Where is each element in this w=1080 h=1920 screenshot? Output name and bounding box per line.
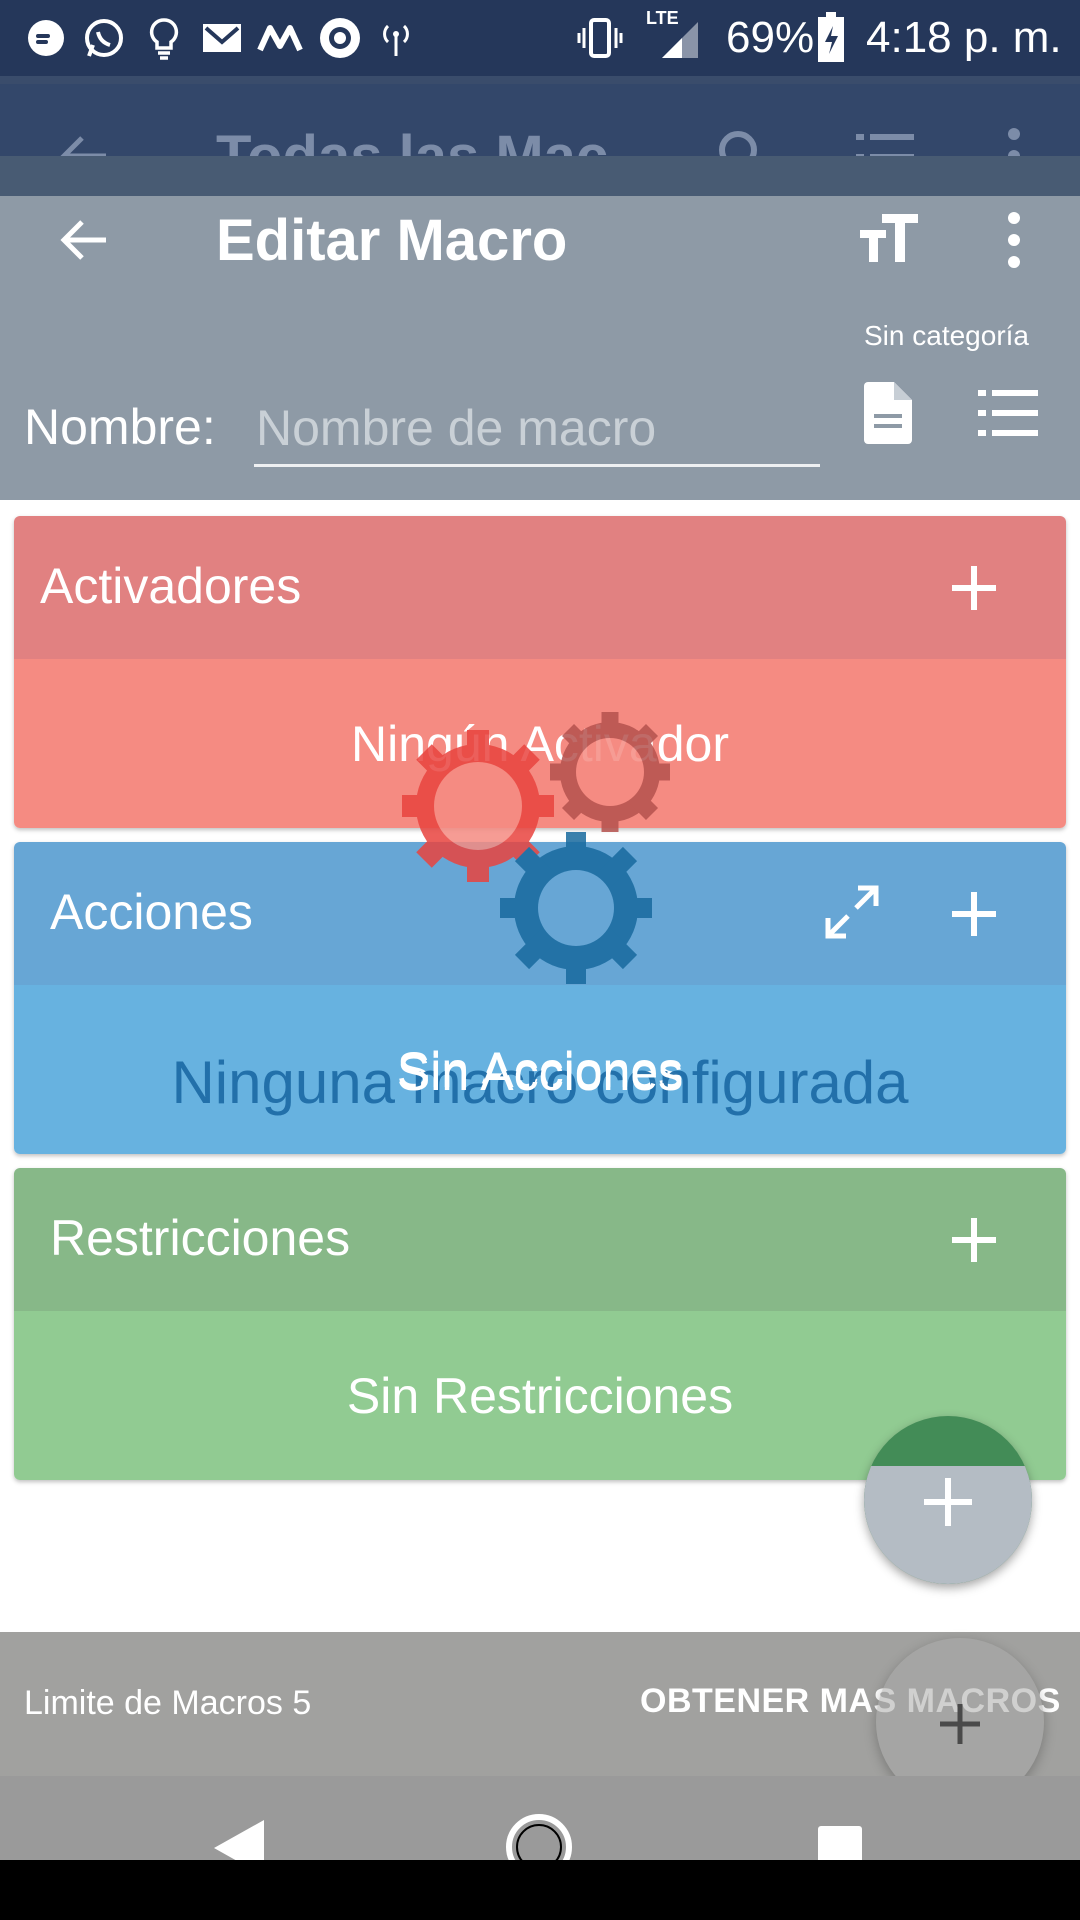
add-macro-fab-icon[interactable] xyxy=(916,1470,980,1534)
clock: 4:18 p. m. xyxy=(866,13,1062,62)
battery-charging-icon xyxy=(818,12,844,62)
vibrate-icon xyxy=(577,18,623,58)
actions-empty-text-overlay: Sin Acciones xyxy=(396,1045,684,1101)
ghost-fab-plus-icon xyxy=(940,1704,980,1744)
overflow-menu-icon[interactable] xyxy=(1000,210,1028,270)
description-icon[interactable] xyxy=(864,382,912,444)
constraints-empty-text: Sin Restricciones xyxy=(346,1368,734,1424)
hotspot-icon xyxy=(383,24,409,56)
add-action-button[interactable] xyxy=(942,882,1006,946)
page-title: Editar Macro xyxy=(216,208,568,273)
back-arrow-icon[interactable] xyxy=(56,212,112,268)
gmail-icon xyxy=(203,24,241,52)
record-icon xyxy=(320,18,360,58)
macro-name-input[interactable] xyxy=(254,392,820,467)
triggers-header: Activadores xyxy=(14,516,1066,659)
nav-bottom-edge xyxy=(0,1860,1080,1920)
whatsapp-icon xyxy=(85,19,123,57)
add-constraint-button[interactable] xyxy=(942,1208,1006,1272)
category-label[interactable]: Sin categoría xyxy=(864,320,1029,352)
gears-logo-icon xyxy=(402,712,670,984)
m-app-icon xyxy=(257,25,303,52)
messenger-icon xyxy=(28,20,64,56)
constraints-header: Restricciones xyxy=(14,1168,1066,1311)
signal-icon xyxy=(662,22,698,58)
battery-percent: 69% xyxy=(726,13,815,62)
text-size-icon[interactable] xyxy=(860,214,918,264)
constraints-title: Restricciones xyxy=(50,1210,351,1266)
actions-title: Acciones xyxy=(50,884,253,940)
expand-icon[interactable] xyxy=(822,882,882,942)
lightbulb-icon xyxy=(149,18,179,60)
local-variables-icon[interactable] xyxy=(978,390,1038,436)
triggers-title: Activadores xyxy=(40,558,302,614)
macro-limit-text: Limite de Macros 5 xyxy=(24,1684,312,1722)
name-label: Nombre: xyxy=(24,399,216,455)
add-trigger-button[interactable] xyxy=(942,556,1006,620)
